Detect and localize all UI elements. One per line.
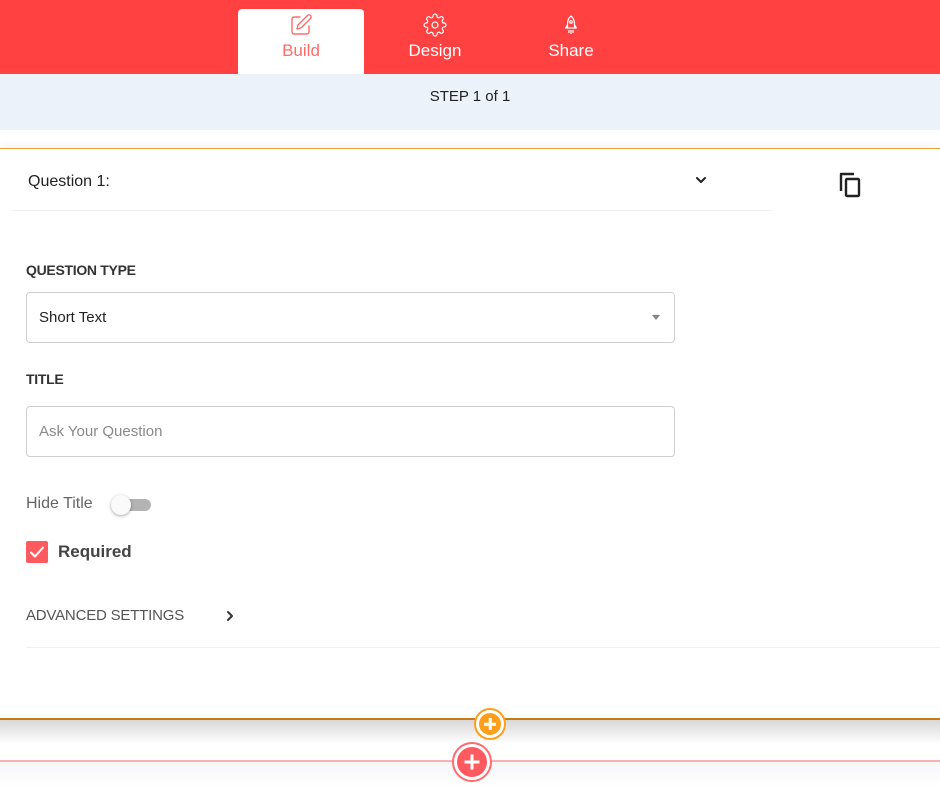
copy-icon[interactable]	[838, 171, 864, 199]
tab-build-label: Build	[282, 41, 320, 60]
question-type-label: QUESTION TYPE	[26, 262, 136, 278]
gear-icon	[423, 13, 447, 37]
step-indicator: STEP 1 of 1	[0, 74, 940, 130]
tab-share[interactable]: Share	[508, 9, 634, 74]
hide-title-toggle[interactable]	[111, 495, 153, 515]
tab-share-label: Share	[548, 41, 594, 60]
question-type-value: Short Text	[39, 309, 107, 326]
tab-build[interactable]: Build	[238, 9, 364, 74]
question-card: Question 1: QUESTION TYPE Short Text TIT…	[0, 148, 940, 720]
hide-title-label: Hide Title	[26, 495, 93, 512]
add-step-button[interactable]	[452, 742, 492, 782]
required-checkbox[interactable]	[26, 541, 48, 563]
edit-icon	[291, 14, 312, 35]
advanced-settings-link[interactable]: ADVANCED SETTINGS	[26, 607, 184, 624]
caret-down-icon	[652, 315, 660, 320]
add-question-button[interactable]	[474, 708, 506, 740]
question-type-select[interactable]: Short Text	[26, 292, 675, 343]
question-title: Question 1:	[28, 173, 110, 190]
checkmark-icon	[30, 546, 44, 558]
required-label: Required	[58, 542, 132, 561]
top-nav-bar: Build Design Share	[0, 0, 940, 74]
card-shadow	[0, 720, 940, 744]
question-header[interactable]: Question 1:	[12, 149, 772, 211]
rocket-icon	[564, 15, 578, 34]
chevron-right-icon[interactable]	[224, 609, 236, 623]
plus-icon	[457, 747, 487, 777]
chevron-down-icon[interactable]	[694, 173, 708, 187]
title-input[interactable]	[26, 406, 675, 457]
plus-icon	[479, 713, 501, 735]
title-label: TITLE	[26, 371, 64, 387]
tab-design[interactable]: Design	[372, 9, 498, 74]
divider	[26, 647, 940, 648]
toggle-knob	[111, 495, 131, 515]
tab-design-label: Design	[408, 41, 462, 60]
